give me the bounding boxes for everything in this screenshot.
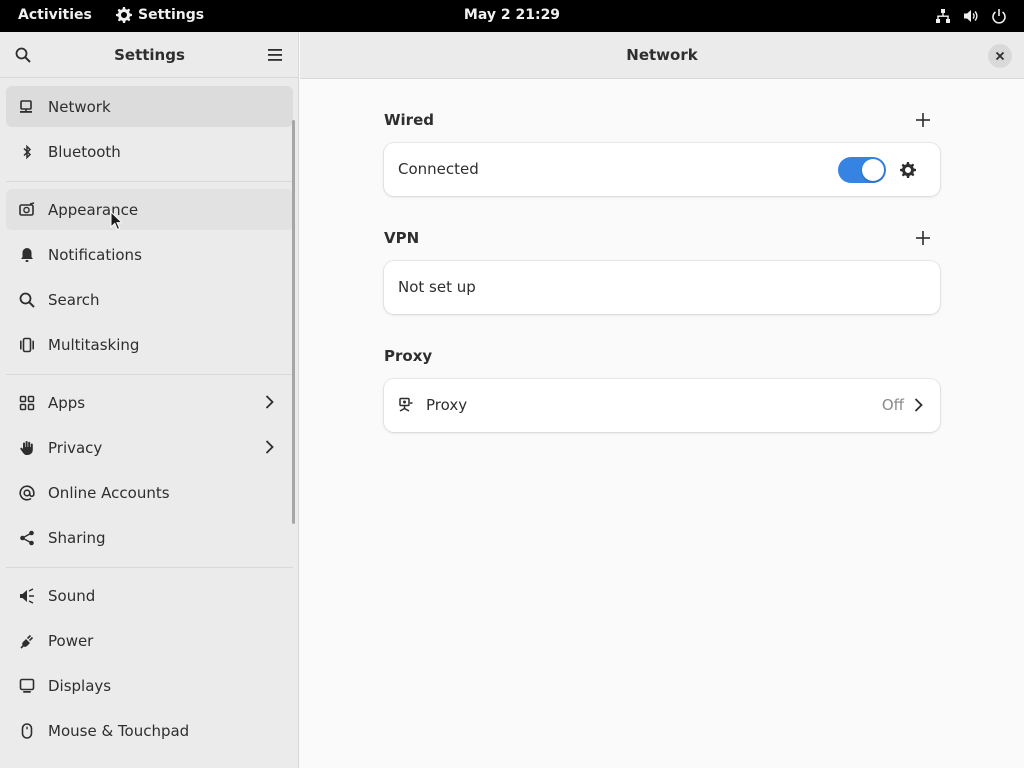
display-icon (18, 677, 36, 695)
apps-grid-icon (18, 394, 36, 412)
multitasking-icon (18, 336, 36, 354)
app-name: Settings (138, 7, 205, 23)
proxy-label: Proxy (426, 396, 468, 414)
main-menu-button[interactable] (262, 42, 288, 68)
sidebar-item-label: Search (48, 290, 100, 309)
wired-status: Connected (398, 160, 479, 178)
proxy-row[interactable]: Proxy Off (384, 379, 940, 432)
sidebar-item-appearance[interactable]: Appearance (6, 189, 293, 230)
app-menu[interactable]: Settings (116, 7, 204, 23)
toggle-knob (862, 159, 884, 181)
sidebar-item-privacy[interactable]: Privacy (6, 427, 293, 468)
sidebar-separator (6, 567, 293, 568)
network-wired-icon (18, 98, 36, 116)
add-vpn-button[interactable] (910, 225, 936, 251)
at-sign-icon (18, 484, 36, 502)
sidebar-header: Settings (0, 32, 298, 78)
add-wired-button[interactable] (910, 107, 936, 133)
sidebar-separator (6, 181, 293, 182)
wired-settings-button[interactable] (896, 158, 920, 182)
plus-icon (916, 231, 930, 245)
chevron-right-icon (265, 395, 274, 409)
mouse-cursor-icon (110, 211, 122, 231)
bell-icon (18, 246, 36, 264)
chevron-right-icon (265, 440, 274, 454)
close-button[interactable] (988, 44, 1012, 68)
sidebar-title: Settings (114, 46, 185, 64)
sidebar-item-label: Multitasking (48, 335, 140, 354)
sidebar-item-label: Network (48, 97, 111, 116)
sidebar-item-search[interactable]: Search (6, 279, 293, 320)
mouse-icon (18, 722, 36, 740)
vpn-row: Not set up (384, 261, 940, 314)
vpn-status: Not set up (398, 278, 476, 296)
sidebar-scrollbar[interactable] (292, 120, 295, 524)
sidebar-item-label: Notifications (48, 245, 142, 264)
power-plug-icon (18, 632, 36, 650)
sidebar-item-label: Power (48, 631, 94, 650)
search-icon (18, 291, 36, 309)
chevron-right-icon (914, 398, 923, 412)
sidebar-item-label: Sound (48, 586, 96, 605)
close-icon (995, 51, 1005, 61)
section-title-vpn: VPN (384, 229, 420, 247)
wired-connection-row: Connected (384, 143, 940, 196)
gear-icon (116, 7, 132, 23)
share-icon (18, 529, 36, 547)
sidebar-item-label: Displays (48, 676, 112, 695)
sidebar-item-apps[interactable]: Apps (6, 382, 293, 423)
sidebar-item-multitasking[interactable]: Multitasking (6, 324, 293, 365)
gear-icon (900, 162, 916, 178)
sidebar-item-power[interactable]: Power (6, 620, 293, 661)
power-icon[interactable] (990, 7, 1008, 25)
sidebar-item-label: Appearance (48, 200, 139, 219)
system-tray[interactable] (934, 7, 1008, 25)
sidebar-item-label: Bluetooth (48, 142, 121, 161)
sidebar-item-label: Online Accounts (48, 483, 170, 502)
page-title: Network (626, 46, 698, 64)
activities-button[interactable]: Activities (18, 7, 92, 23)
sidebar-item-online-accounts[interactable]: Online Accounts (6, 472, 293, 513)
sidebar-item-sound[interactable]: Sound (6, 575, 293, 616)
appearance-icon (18, 201, 36, 219)
wired-toggle-switch[interactable] (838, 157, 886, 183)
sidebar-item-label: Apps (48, 393, 86, 412)
network-icon[interactable] (934, 7, 952, 25)
clock[interactable]: May 2 21:29 (464, 7, 560, 23)
speaker-icon (18, 587, 36, 605)
network-panel: Wired Connected VPN Not set up Proxy Pro… (300, 79, 1024, 768)
plus-icon (916, 113, 930, 127)
sidebar-item-sharing[interactable]: Sharing (6, 517, 293, 558)
top-bar: Activities Settings May 2 21:29 (0, 0, 1024, 32)
sidebar-separator (6, 374, 293, 375)
proxy-status: Off (881, 396, 904, 414)
volume-icon[interactable] (962, 7, 980, 25)
sidebar-item-mouse-touchpad[interactable]: Mouse & Touchpad (6, 710, 293, 751)
proxy-icon (399, 397, 413, 412)
sidebar-item-network[interactable]: Network (6, 86, 293, 127)
section-title-wired: Wired (384, 111, 434, 129)
hand-icon (18, 439, 36, 457)
sidebar-item-label: Privacy (48, 438, 103, 457)
sidebar-item-displays[interactable]: Displays (6, 665, 293, 706)
sidebar-item-label: Sharing (48, 528, 106, 547)
bluetooth-icon (18, 143, 36, 161)
section-title-proxy: Proxy (384, 347, 433, 365)
sidebar-item-label: Mouse & Touchpad (48, 721, 190, 740)
hamburger-menu-icon (268, 49, 282, 61)
sidebar-item-notifications[interactable]: Notifications (6, 234, 293, 275)
content-header: Network (300, 32, 1024, 79)
sidebar: Settings Network Bluetooth Appearance No… (0, 32, 299, 768)
sidebar-item-bluetooth[interactable]: Bluetooth (6, 131, 293, 172)
